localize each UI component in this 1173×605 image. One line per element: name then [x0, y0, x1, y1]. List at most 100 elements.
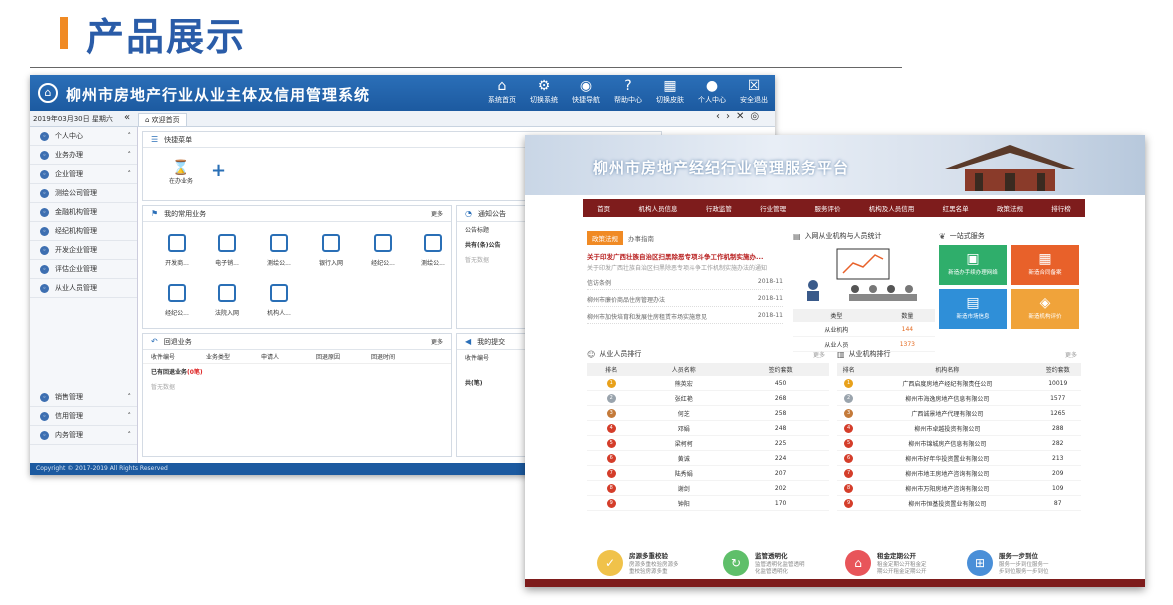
menu-item[interactable]: 机构及人员信用	[869, 203, 915, 213]
developer-icon: ◦	[40, 245, 49, 255]
table-row: 9 柳州市恒基投资置业有限公司 87	[837, 495, 1081, 511]
people-icon: ☺	[587, 349, 596, 359]
more-link[interactable]: 更多	[431, 337, 443, 346]
chevron-up-icon: ˄	[127, 412, 132, 420]
tab-controls[interactable]: ‹›✕◎	[716, 111, 765, 122]
sidebar-item-enterprise[interactable]: ◦ 企业管理 ˄	[30, 165, 137, 184]
pavilion-image	[945, 145, 1075, 191]
biz-item[interactable]: 经纪公...	[157, 284, 197, 317]
biz-item[interactable]: 银行入网	[311, 234, 351, 267]
table-row: 4 邓娟 248	[587, 420, 829, 436]
service-tile-market[interactable]: ▤ 新造市场信息	[939, 289, 1007, 329]
menu-item[interactable]: 政策法规	[997, 203, 1023, 213]
nav-home[interactable]: ⌂ 系统首页	[481, 77, 523, 105]
top-nav: ⌂ 系统首页 ⚙ 切换系统 ◉ 快捷导航 ? 帮助中心 ▦ 切换皮肤 ● 个人中心 ☒ 安全退…	[481, 77, 775, 105]
biz-item[interactable]: 测绘公...	[259, 234, 299, 267]
table-row: 7 柳州市地王房地产咨询有限公司 209	[837, 465, 1081, 481]
sidebar-item-broker[interactable]: ◦ 经纪机构管理	[30, 222, 137, 241]
presentation-illustration	[807, 248, 917, 301]
list-item[interactable]: 信访条例 2018-11	[587, 278, 783, 291]
collapse-sidebar-icon[interactable]: «	[124, 112, 130, 123]
add-quick-item-icon[interactable]: +	[211, 160, 226, 181]
nav-help[interactable]: ? 帮助中心	[607, 77, 649, 105]
credit-icon: ◦	[40, 411, 49, 421]
more-link[interactable]: 更多	[431, 209, 443, 218]
menu-item[interactable]: 行业管理	[760, 203, 786, 213]
sidebar-item-sales[interactable]: ◦ 销售管理 ˄	[30, 388, 137, 407]
list-item[interactable]: 柳州市加快培育和发展住房租赁市场实施意见 2018-11	[587, 312, 783, 325]
person-icon: ◦	[40, 131, 49, 141]
menu-icon: ☰	[151, 135, 159, 144]
table-row: 2 张红艳 268	[587, 390, 829, 406]
sidebar-item-finance[interactable]: ◦ 金融机构管理	[30, 203, 137, 222]
tab-guide[interactable]: 办事指南	[623, 231, 659, 245]
business-icon: ◦	[40, 150, 49, 160]
medal-icon: 2	[606, 393, 616, 403]
table-row: 1 广西启度房地产经纪有限责任公司 10019	[837, 376, 1081, 391]
biz-item[interactable]: 机构人...	[259, 284, 299, 317]
recycle-icon: ↻	[723, 550, 749, 576]
medal-icon: 7	[606, 468, 616, 478]
exit-icon: ☒	[747, 78, 761, 94]
returned-empty: 暂无数据	[151, 384, 176, 391]
table-row: 7 陆秀娟 207	[587, 465, 829, 481]
leaf-icon: ❦	[939, 231, 946, 241]
menu-item[interactable]: 红黑名单	[943, 203, 969, 213]
chevron-up-icon: ˄	[127, 393, 132, 401]
nav-quick[interactable]: ◉ 快捷导航	[565, 77, 607, 105]
evaluate-icon: ◈	[1039, 295, 1051, 311]
table-row: 1 熊英宏 450	[587, 376, 829, 391]
tab-policy[interactable]: 政策法规	[587, 231, 623, 245]
contract-icon: ▦	[1038, 251, 1052, 267]
list-item[interactable]: 柳州市廉价商品住房管理办法 2018-11	[587, 295, 783, 308]
nav-skin[interactable]: ▦ 切换皮肤	[649, 77, 691, 105]
menu-item[interactable]: 行政监管	[706, 203, 732, 213]
biz-item[interactable]: 经纪公...	[363, 234, 403, 267]
biz-item[interactable]: 电子销...	[207, 234, 247, 267]
stats-table: 类型 数量 从业机构 144 从业人员 1373	[793, 309, 935, 352]
service-tile-evaluate[interactable]: ◈ 新造机构评价	[1011, 289, 1079, 329]
more-link[interactable]: 更多	[1065, 350, 1077, 359]
table-row: 9 钟阳 170	[587, 495, 829, 511]
sidebar-item-internal[interactable]: ◦ 内务管理 ˄	[30, 426, 137, 445]
medal-icon: 4	[606, 423, 616, 433]
portal-title: 柳州市房地产经纪行业管理服务平台	[593, 159, 850, 177]
table-row: 3 何芝 258	[587, 405, 829, 421]
news-headline[interactable]: 关于印发广西壮族自治区扫黑除恶专项斗争工作机制实施办...	[587, 251, 783, 261]
medal-icon: 1	[606, 378, 616, 388]
menu-item[interactable]: 排行榜	[1051, 203, 1071, 213]
document-icon: ▤	[966, 295, 980, 311]
sidebar-item-personal[interactable]: ◦ 个人中心 ˄	[30, 127, 137, 146]
medal-icon: 4	[844, 423, 854, 433]
quick-item-pending[interactable]: ⌛ 在办业务	[161, 160, 201, 185]
house-logo-icon: ⌂	[38, 83, 58, 103]
sidebar-item-developer[interactable]: ◦ 开发企业管理	[30, 241, 137, 260]
appraisal-icon: ◦	[40, 264, 49, 274]
menu-item[interactable]: 机构人员信息	[638, 203, 677, 213]
nav-exit[interactable]: ☒ 安全退出	[733, 77, 775, 105]
tab-welcome[interactable]: ⌂ 欢迎首页	[138, 113, 187, 127]
biz-item[interactable]: 测绘公...	[413, 234, 453, 267]
undo-icon: ↶	[151, 337, 158, 346]
table-row: 5 柳州市锦城房产信息有限公司 282	[837, 435, 1081, 451]
sidebar-item-appraisal[interactable]: ◦ 评估企业管理	[30, 260, 137, 279]
table-row: 8 柳州市万阳房地产咨询有限公司 109	[837, 480, 1081, 496]
service-tile-contract[interactable]: ▦ 新造合同备案	[1011, 245, 1079, 285]
sidebar-item-credit[interactable]: ◦ 信用管理 ˄	[30, 407, 137, 426]
sidebar-item-business[interactable]: ◦ 业务办理 ˄	[30, 146, 137, 165]
table-row: 2 柳州市海逸房地产信息有限公司 1577	[837, 390, 1081, 406]
nav-user[interactable]: ● 个人中心	[691, 77, 733, 105]
medal-icon: 8	[606, 483, 616, 493]
nav-switch-system[interactable]: ⚙ 切换系统	[523, 77, 565, 105]
common-business-panel: ⚑ 我的常用业务 更多 开发商... 电子销... 测绘公... 银行入网 经纪公.…	[142, 205, 452, 329]
sidebar-item-survey[interactable]: ◦ 测绘公司管理	[30, 184, 137, 203]
sidebar-item-staff[interactable]: ◦ 从业人员管理	[30, 279, 137, 298]
biz-item[interactable]: 开发商...	[157, 234, 197, 267]
biz-item[interactable]: 法院入网	[207, 284, 247, 317]
sales-icon: ◦	[40, 392, 49, 402]
more-link[interactable]: 更多	[813, 350, 825, 359]
menu-item[interactable]: 首页	[597, 203, 610, 213]
menu-item[interactable]: 服务评价	[814, 203, 840, 213]
service-tile-id[interactable]: ▣ 新造办手续办理网络	[939, 245, 1007, 285]
